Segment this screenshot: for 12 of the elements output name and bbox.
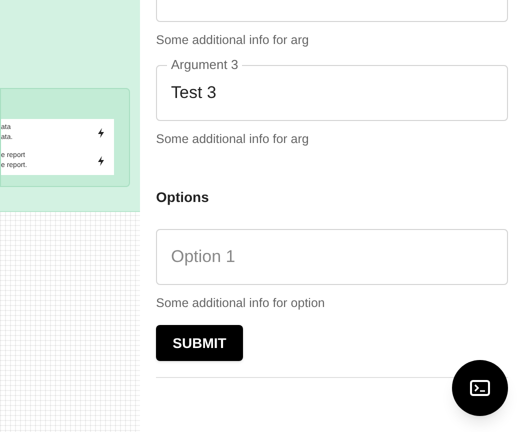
terminal-icon (470, 380, 490, 396)
options-heading: Options (156, 188, 210, 207)
field-label: Argument 3 (170, 57, 240, 73)
helper-text: Some additional info for arg (156, 131, 310, 147)
bolt-icon (98, 156, 104, 166)
bolt-icon (98, 128, 104, 138)
helper-text: Some additional info for arg (156, 32, 310, 48)
option-field[interactable]: Option 1 (156, 229, 508, 285)
helper-text: Some additional info for option (156, 295, 326, 311)
text-field[interactable]: Argument 3 Test 3 (156, 57, 508, 121)
submit-button[interactable]: SUBMIT (156, 325, 243, 361)
field-value: Test 3 (171, 82, 216, 104)
